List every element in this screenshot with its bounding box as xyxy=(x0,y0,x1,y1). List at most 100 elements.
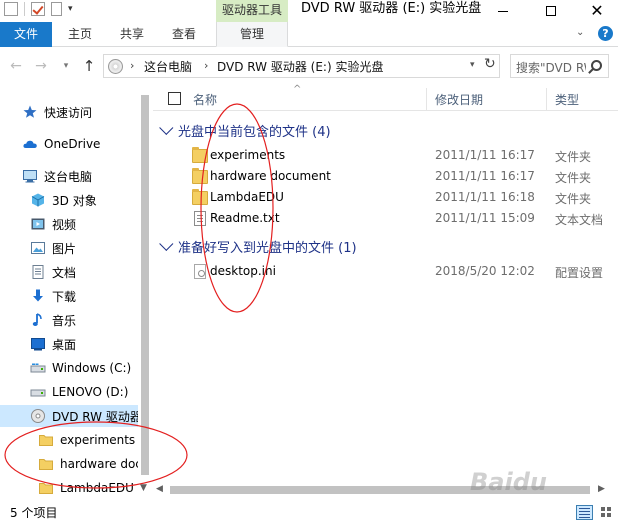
back-button[interactable]: ← xyxy=(7,57,25,75)
tab-file[interactable]: 文件 xyxy=(0,22,52,47)
file-name: experiments xyxy=(210,148,286,162)
nav-item-onedrive[interactable]: OneDrive xyxy=(0,133,138,155)
nav-item-label: 视频 xyxy=(52,217,77,232)
nav-item-music[interactable]: 音乐 xyxy=(0,309,138,331)
nav-pane-scroll-thumb[interactable] xyxy=(141,95,149,475)
file-date: 2018/5/20 12:02 xyxy=(435,264,535,278)
search-input[interactable]: 搜索"DVD RW 驱动器 (E:) 实验光盘" xyxy=(516,59,586,76)
breadcrumb-separator-icon[interactable]: › xyxy=(130,59,134,72)
nav-item-desktop[interactable]: 桌面 xyxy=(0,333,138,355)
nav-item-lambdaedu[interactable]: LambdaEDU xyxy=(0,477,138,499)
breadcrumb-this-pc[interactable]: 这台电脑 xyxy=(144,58,192,75)
column-type[interactable]: 类型 xyxy=(555,91,579,108)
drive-icon xyxy=(30,360,46,376)
nav-item-3d-objects[interactable]: 3D 对象 xyxy=(0,189,138,211)
column-date[interactable]: 修改日期 xyxy=(435,91,483,108)
table-row[interactable]: desktop.ini 2018/5/20 12:02 配置设置 xyxy=(183,262,608,283)
nav-item-lenovo-d[interactable]: LENOVO (D:) xyxy=(0,381,138,403)
close-button[interactable]: ✕ xyxy=(574,0,618,22)
picture-icon xyxy=(30,240,46,256)
table-row[interactable]: Readme.txt 2011/1/11 15:09 文本文档 xyxy=(183,209,608,230)
select-all-checkbox[interactable] xyxy=(168,92,181,105)
table-row[interactable]: hardware document 2011/1/11 16:17 文件夹 xyxy=(183,167,608,188)
nav-item-label: 下载 xyxy=(52,289,77,304)
tab-view[interactable]: 查看 xyxy=(158,22,210,47)
folder-icon xyxy=(192,189,208,205)
breadcrumb-dvd-drive[interactable]: DVD RW 驱动器 (E:) 实验光盘 xyxy=(217,58,383,75)
nav-item-label: 这台电脑 xyxy=(44,169,93,184)
customize-qat-icon[interactable]: ▾ xyxy=(68,4,73,14)
close-icon: ✕ xyxy=(590,1,604,20)
column-name[interactable]: 名称 xyxy=(193,91,217,108)
column-divider[interactable] xyxy=(546,88,547,110)
details-view-icon[interactable] xyxy=(576,505,593,520)
refresh-icon[interactable]: ↻ xyxy=(484,56,496,72)
collapse-group-icon[interactable] xyxy=(159,236,174,251)
nav-item-pictures[interactable]: 图片 xyxy=(0,237,138,259)
expand-ribbon-icon[interactable]: ⌄ xyxy=(576,27,584,38)
scroll-down-icon[interactable]: ▼ xyxy=(140,483,147,493)
forward-button[interactable]: → xyxy=(32,57,50,75)
tab-manage[interactable]: 管理 xyxy=(216,22,288,47)
ribbon-tabs: 文件 主页 共享 查看 管理 ⌄ ? xyxy=(0,22,618,47)
window-icon[interactable] xyxy=(4,2,18,16)
minimize-button[interactable] xyxy=(480,0,526,22)
folder-icon xyxy=(38,432,54,448)
maximize-button[interactable] xyxy=(528,0,574,22)
group-title: 准备好写入到光盘中的文件 (1) xyxy=(178,240,357,256)
file-type: 配置设置 xyxy=(555,266,604,280)
large-icons-view-icon[interactable] xyxy=(599,505,614,520)
navigation-bar: ← → ▾ ↑ › 这台电脑 › DVD RW 驱动器 (E:) 实验光盘 ▾ … xyxy=(0,47,618,85)
tab-share[interactable]: 共享 xyxy=(106,22,158,47)
star-icon xyxy=(22,104,38,120)
recent-locations-button[interactable]: ▾ xyxy=(57,57,75,75)
context-tab-title: 驱动器工具 xyxy=(216,0,288,22)
up-button[interactable]: ↑ xyxy=(80,57,98,75)
nav-pane-scrollbar[interactable]: ▼ xyxy=(138,85,152,500)
table-row[interactable]: LambdaEDU 2011/1/11 16:18 文件夹 xyxy=(183,188,608,209)
drive-icon xyxy=(30,384,46,400)
file-date: 2011/1/11 16:18 xyxy=(435,190,535,204)
nav-item-experiments[interactable]: experiments xyxy=(0,429,138,451)
tab-home[interactable]: 主页 xyxy=(54,22,106,47)
nav-item-downloads[interactable]: 下载 xyxy=(0,285,138,307)
breadcrumb-separator-icon[interactable]: › xyxy=(204,59,208,72)
scroll-left-icon[interactable]: ◀ xyxy=(156,484,163,494)
nav-item-label: 文档 xyxy=(52,265,77,280)
address-bar[interactable]: › 这台电脑 › DVD RW 驱动器 (E:) 实验光盘 ▾ ↻ xyxy=(103,54,500,78)
file-name: hardware document xyxy=(210,169,331,183)
file-date: 2011/1/11 16:17 xyxy=(435,169,535,183)
nav-item-hardware-document[interactable]: hardware document xyxy=(0,453,138,475)
qat-divider xyxy=(24,2,25,16)
nav-item-dvd-drive[interactable]: DVD RW 驱动器 (E:) 实验光盘 xyxy=(0,405,138,427)
properties-icon[interactable] xyxy=(31,2,45,16)
help-icon[interactable]: ? xyxy=(598,26,613,41)
nav-item-videos[interactable]: 视频 xyxy=(0,213,138,235)
computer-icon xyxy=(22,168,38,184)
nav-item-this-pc[interactable]: 这台电脑 xyxy=(0,165,138,187)
quick-access-toolbar: ▾ xyxy=(4,2,73,16)
group-header-ready-to-burn[interactable]: 准备好写入到光盘中的文件 (1) xyxy=(153,234,357,258)
ini-file-icon xyxy=(194,264,206,279)
search-icon[interactable] xyxy=(591,60,602,71)
new-folder-icon[interactable] xyxy=(51,2,62,16)
nav-item-windows-c[interactable]: Windows (C:) xyxy=(0,357,138,379)
file-type: 文件夹 xyxy=(555,192,592,206)
collapse-group-icon[interactable] xyxy=(159,120,174,135)
scroll-right-icon[interactable]: ▶ xyxy=(598,484,605,494)
nav-item-quick-access[interactable]: 快速访问 xyxy=(0,101,138,123)
file-type: 文件夹 xyxy=(555,150,592,164)
table-row[interactable]: experiments 2011/1/11 16:17 文件夹 xyxy=(183,146,608,167)
file-date: 2011/1/11 16:17 xyxy=(435,148,535,162)
nav-item-documents[interactable]: 文档 xyxy=(0,261,138,283)
column-divider[interactable] xyxy=(426,88,427,110)
sort-caret-icon: ^ xyxy=(293,84,302,95)
address-dropdown-icon[interactable]: ▾ xyxy=(470,60,475,70)
disc-icon xyxy=(30,408,46,424)
folder-icon xyxy=(38,456,54,472)
group-header-current-files[interactable]: 光盘中当前包含的文件 (4) xyxy=(153,118,331,142)
search-box[interactable]: 搜索"DVD RW 驱动器 (E:) 实验光盘" xyxy=(510,54,609,78)
maximize-icon xyxy=(546,6,556,16)
disc-icon xyxy=(108,59,123,74)
horizontal-scrollbar[interactable]: ◀ ▶ xyxy=(153,482,618,499)
